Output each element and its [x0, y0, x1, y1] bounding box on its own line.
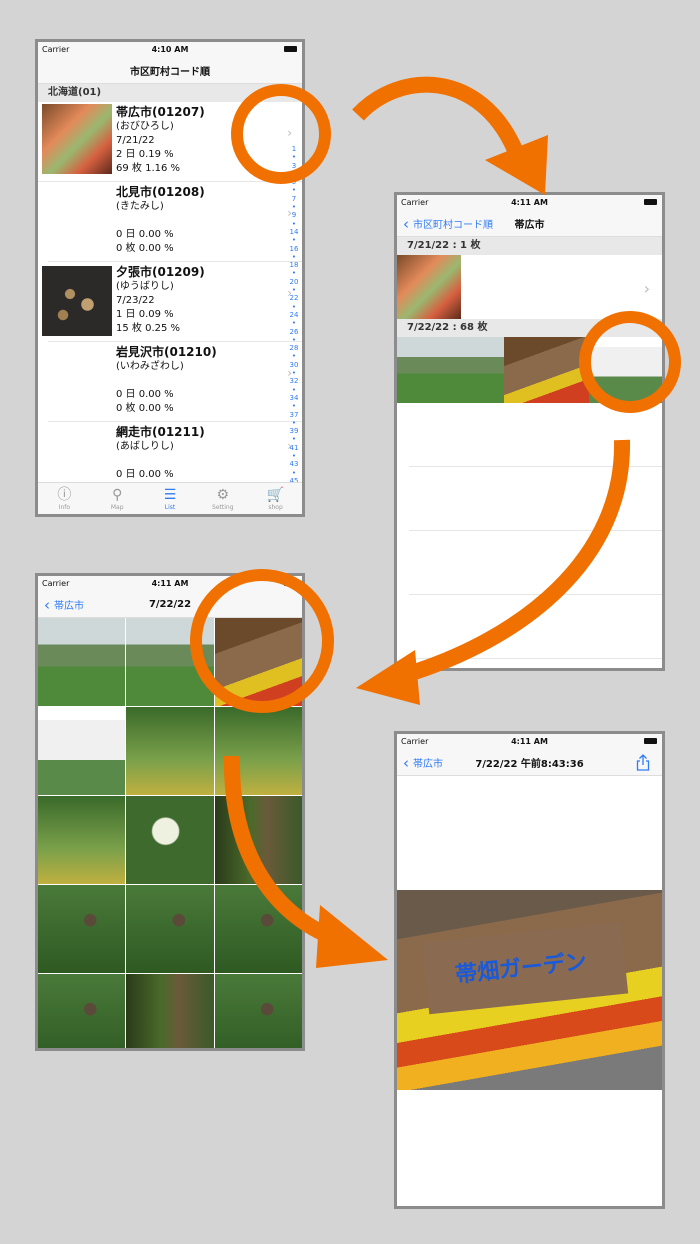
- arrow: [402, 439, 631, 683]
- highlight-circle: [579, 311, 681, 413]
- highlight-circle: [190, 569, 334, 713]
- arrowhead: [356, 650, 420, 705]
- flow-arrows: [190, 76, 681, 968]
- arrowhead: [316, 905, 388, 968]
- highlight-circle: [231, 84, 331, 184]
- arrow: [352, 76, 523, 154]
